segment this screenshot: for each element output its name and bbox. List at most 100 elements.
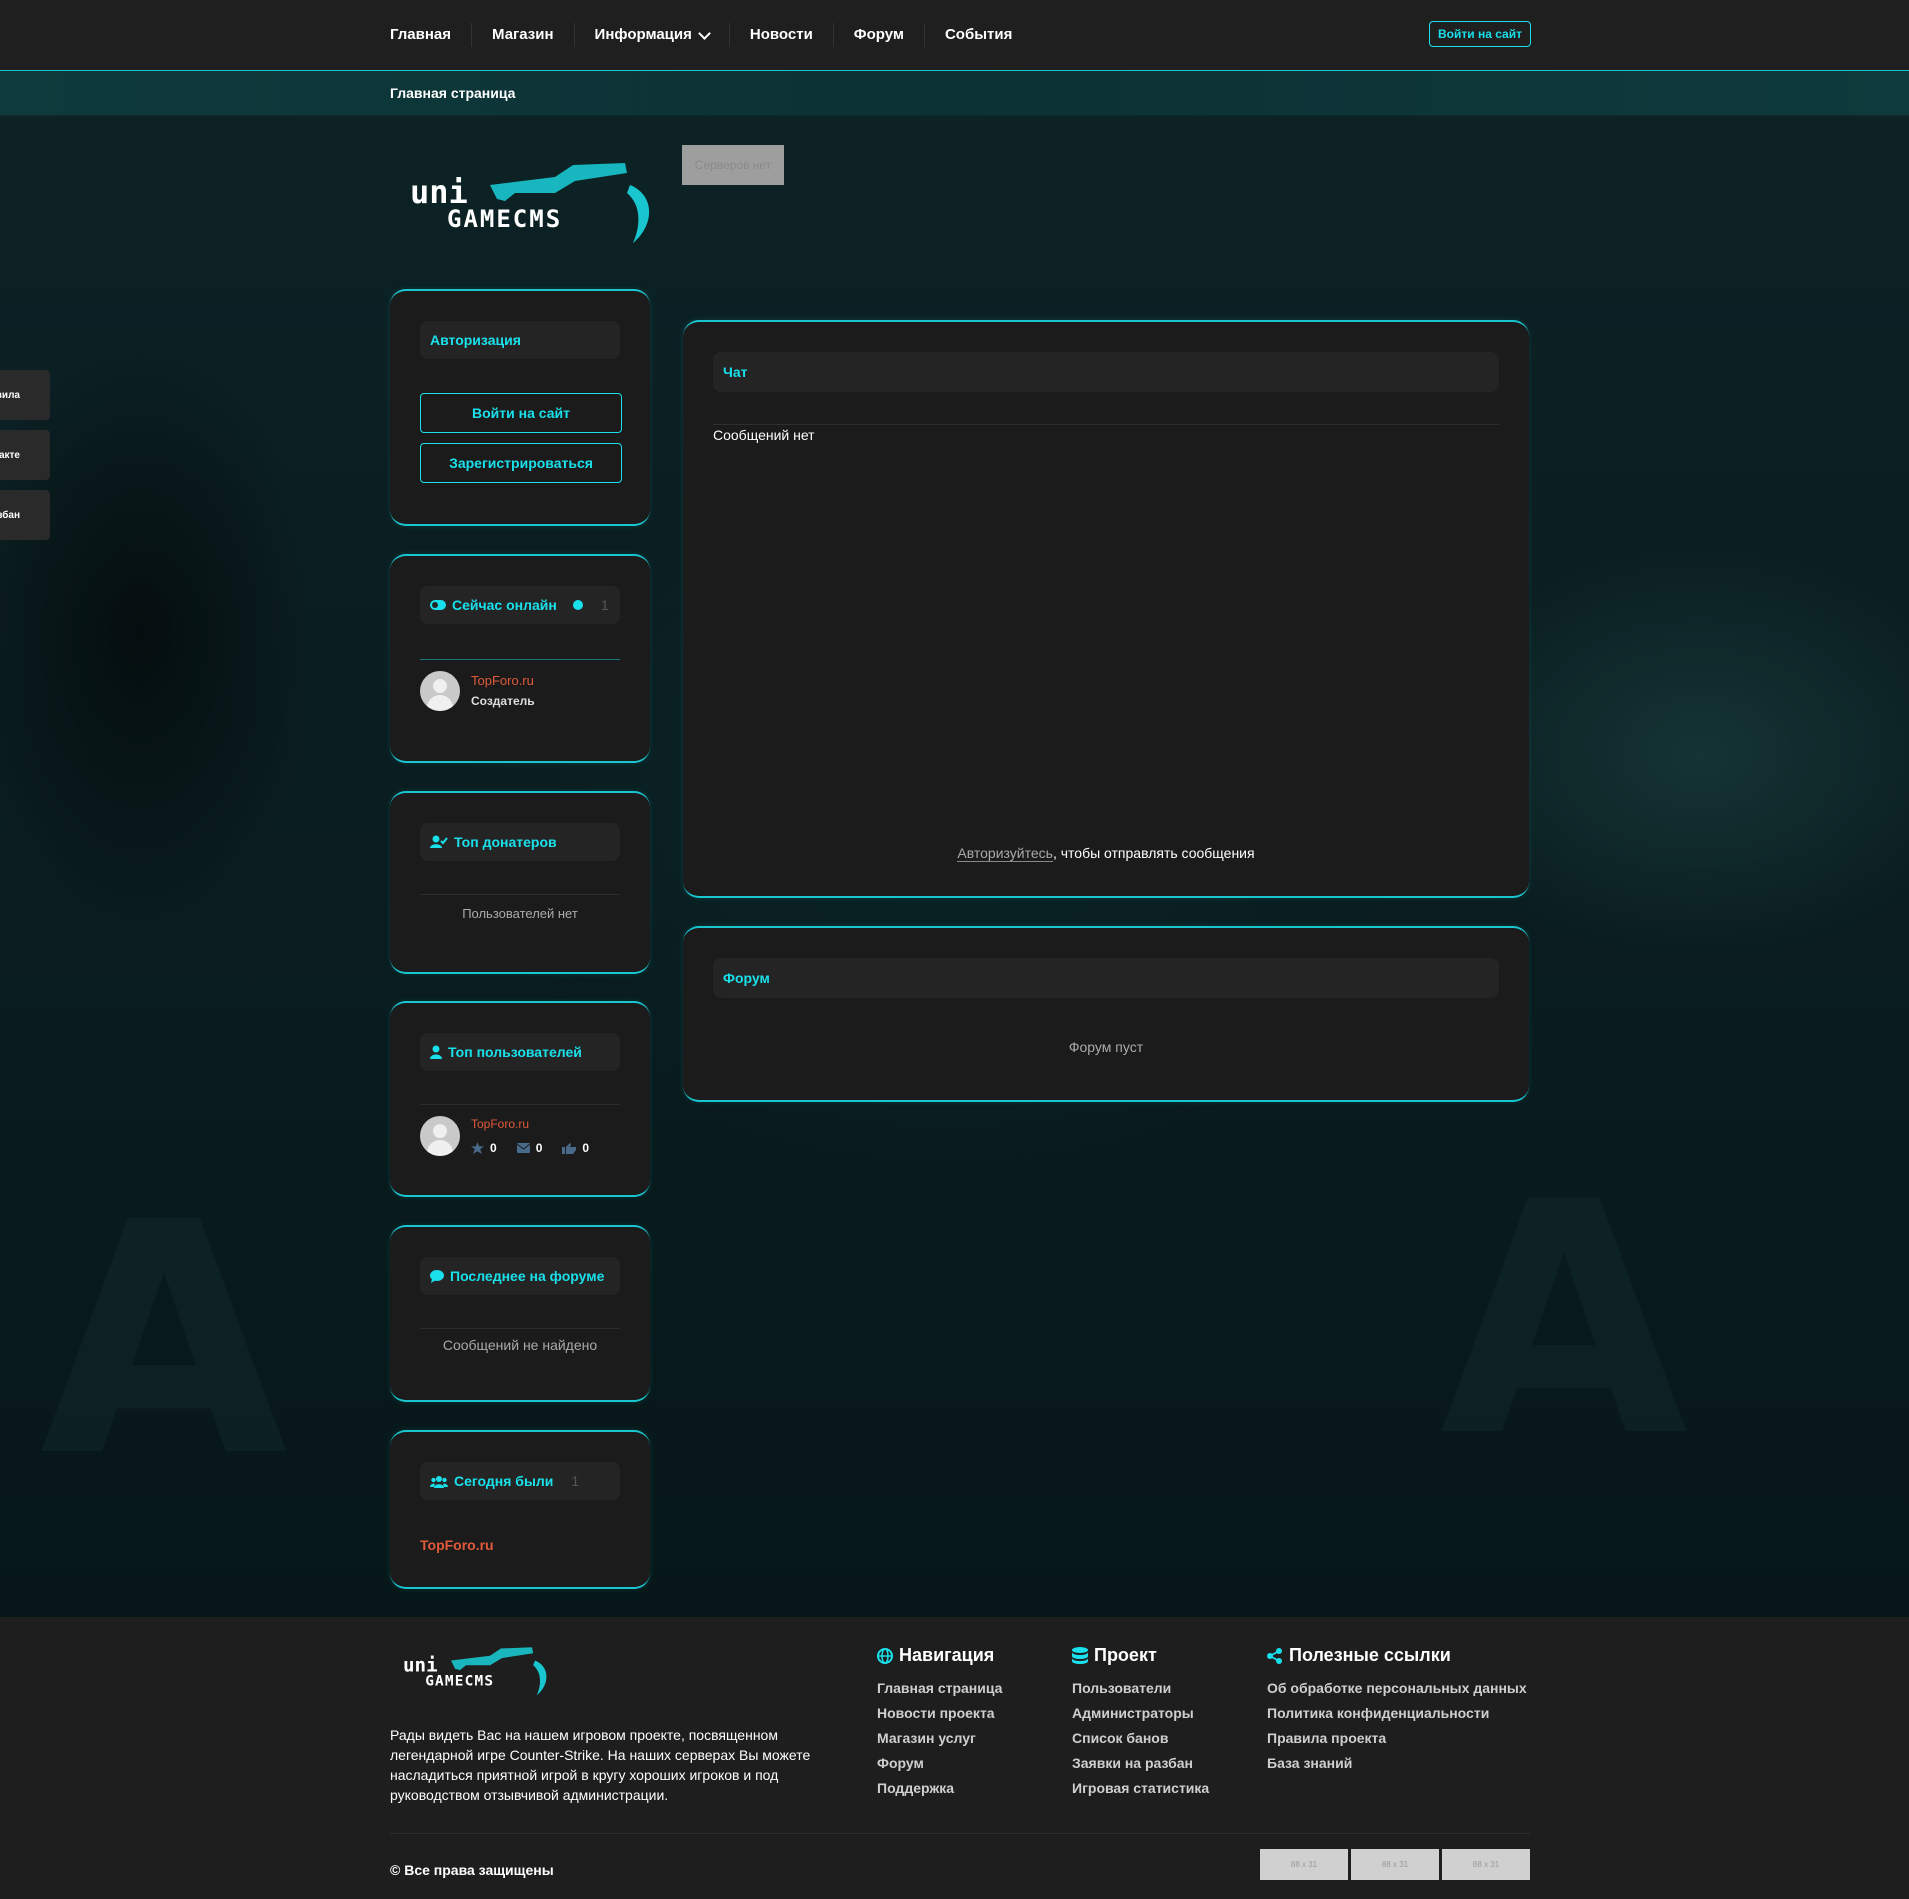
- users-icon: [430, 1475, 448, 1488]
- forum-latest-card: Последнее на форуме Сообщений не найдено: [390, 1225, 650, 1402]
- footer-link[interactable]: Администраторы: [1072, 1705, 1209, 1722]
- auth-link[interactable]: Авторизуйтесь: [957, 845, 1053, 862]
- footer-link[interactable]: Главная страница: [877, 1680, 1002, 1697]
- auth-suffix: , чтобы отправлять сообщения: [1052, 845, 1255, 861]
- card-header: Сейчас онлайн 1: [420, 586, 620, 624]
- avatar[interactable]: [420, 671, 460, 711]
- card-title: Топ донатеров: [454, 834, 557, 850]
- card-header: Сегодня были 1: [420, 1462, 620, 1500]
- footer-useful-title: Полезные ссылки: [1267, 1645, 1527, 1666]
- site-logo[interactable]: uni GAMECMS: [405, 155, 655, 245]
- divider: [420, 1104, 620, 1105]
- nav-label: Главная: [390, 26, 452, 43]
- card-header: Последнее на форуме: [420, 1257, 620, 1295]
- comment-icon: [430, 1269, 444, 1283]
- chat-auth-notice: Авторизуйтесь, чтобы отправлять сообщени…: [683, 845, 1529, 862]
- auth-card: Авторизация Войти на сайт Зарегистрирова…: [390, 289, 650, 526]
- footer-nav-title: Навигация: [877, 1645, 1002, 1666]
- banner-88x31[interactable]: 88 x 31: [1351, 1849, 1439, 1880]
- share-icon: [1267, 1647, 1282, 1664]
- toggle-icon: [430, 600, 446, 610]
- login-button-top[interactable]: Войти на сайт: [1429, 21, 1531, 47]
- forum-empty: Форум пуст: [1068, 1039, 1144, 1055]
- footer-link[interactable]: Поддержка: [877, 1780, 1002, 1797]
- side-tab-unban[interactable]: Разбан: [0, 490, 50, 540]
- banner-88x31[interactable]: 88 x 31: [1442, 1849, 1530, 1880]
- footer-col-title: Полезные ссылки: [1289, 1645, 1451, 1665]
- user-check-icon: [430, 835, 448, 848]
- svg-text:uni: uni: [403, 1653, 438, 1676]
- footer-link[interactable]: Магазин услуг: [877, 1730, 1002, 1747]
- register-button[interactable]: Зарегистрироваться: [420, 443, 622, 483]
- footer-link[interactable]: Правила проекта: [1267, 1730, 1527, 1747]
- forum-card: Форум Форум пуст: [683, 926, 1529, 1102]
- avatar[interactable]: [420, 1116, 460, 1156]
- nav-item-shop[interactable]: Магазин: [471, 23, 574, 47]
- user-stats: 0 0 0: [471, 1141, 589, 1155]
- side-tab-label: Разбан: [0, 509, 20, 521]
- logo-graphic: uni GAMECMS: [410, 163, 650, 243]
- nav-item-home[interactable]: Главная: [390, 23, 471, 47]
- footer-link[interactable]: Пользователи: [1072, 1680, 1209, 1697]
- thumbs-up-icon: [562, 1142, 577, 1154]
- nav-item-events[interactable]: События: [923, 23, 1032, 47]
- nav-label: События: [944, 26, 1013, 43]
- today-visitors-card: Сегодня были 1 TopForo.ru: [390, 1430, 650, 1589]
- nav-label: Магазин: [492, 26, 554, 43]
- footer-divider: [390, 1833, 1530, 1834]
- nav-item-info[interactable]: Информация: [573, 23, 729, 47]
- empty-state: Сообщений не найдено: [442, 1337, 598, 1353]
- divider: [420, 659, 620, 660]
- messages-value: 0: [535, 1141, 543, 1155]
- side-tab-rules[interactable]: Правила: [0, 370, 50, 420]
- card-title: Авторизация: [430, 332, 521, 348]
- nav-label: Форум: [853, 26, 904, 43]
- card-title: Сейчас онлайн: [452, 597, 557, 613]
- side-tab-label: ВКонтакте: [0, 449, 20, 461]
- nav-label: Информация: [594, 26, 692, 43]
- card-title: Сегодня были: [454, 1473, 554, 1489]
- nav-item-forum[interactable]: Форум: [832, 23, 924, 47]
- footer-link[interactable]: Список банов: [1072, 1730, 1209, 1747]
- user-role: Создатель: [471, 694, 535, 708]
- chat-card: Чат Сообщений нет Авторизуйтесь, чтобы о…: [683, 320, 1529, 898]
- user-link[interactable]: TopForo.ru: [471, 1117, 529, 1131]
- banner-88x31[interactable]: 88 x 31: [1260, 1849, 1348, 1880]
- card-title: Последнее на форуме: [450, 1268, 605, 1284]
- footer-useful-column: Полезные ссылки Об обработке персональны…: [1267, 1645, 1527, 1780]
- online-count: 1: [600, 597, 609, 613]
- svg-text:GAMECMS: GAMECMS: [447, 205, 562, 233]
- breadcrumb-bar: Главная страница: [0, 71, 1909, 116]
- svg-text:GAMECMS: GAMECMS: [425, 1674, 494, 1690]
- likes-value: 0: [582, 1141, 590, 1155]
- database-icon: [1072, 1647, 1088, 1664]
- bg-letter-decor: A: [1440, 1135, 1688, 1507]
- messages-stat: 0: [516, 1141, 543, 1155]
- user-link[interactable]: TopForo.ru: [420, 1537, 494, 1553]
- side-tab-label: Правила: [0, 389, 20, 401]
- footer-nav-column: Навигация Главная страница Новости проек…: [877, 1645, 1002, 1805]
- user-link[interactable]: TopForo.ru: [471, 673, 534, 688]
- login-button[interactable]: Войти на сайт: [420, 393, 622, 433]
- card-title: Форум: [723, 970, 770, 986]
- chat-empty: Сообщений нет: [713, 427, 815, 443]
- footer-link[interactable]: Об обработке персональных данных: [1267, 1680, 1527, 1697]
- footer-link[interactable]: База знаний: [1267, 1755, 1527, 1772]
- card-header: Чат: [713, 352, 1499, 392]
- divider: [713, 424, 1499, 425]
- footer-link[interactable]: Политика конфиденциальности: [1267, 1705, 1527, 1722]
- footer-link[interactable]: Форум: [877, 1755, 1002, 1772]
- online-card: Сейчас онлайн 1 TopForo.ru Создатель: [390, 554, 650, 763]
- card-title: Чат: [723, 364, 748, 380]
- copyright: © Все права защищены: [390, 1862, 554, 1878]
- footer-link[interactable]: Игровая статистика: [1072, 1780, 1209, 1797]
- footer-link[interactable]: Новости проекта: [877, 1705, 1002, 1722]
- side-tab-vk[interactable]: ВКонтакте: [0, 430, 50, 480]
- servers-badge: Серверов нет: [682, 145, 784, 185]
- today-count: 1: [571, 1473, 580, 1489]
- footer-link[interactable]: Заявки на разбан: [1072, 1755, 1209, 1772]
- nav-item-news[interactable]: Новости: [728, 23, 833, 47]
- footer-logo[interactable]: uni GAMECMS: [400, 1642, 550, 1697]
- online-dot-icon: [572, 600, 583, 610]
- card-header: Топ пользователей: [420, 1033, 620, 1071]
